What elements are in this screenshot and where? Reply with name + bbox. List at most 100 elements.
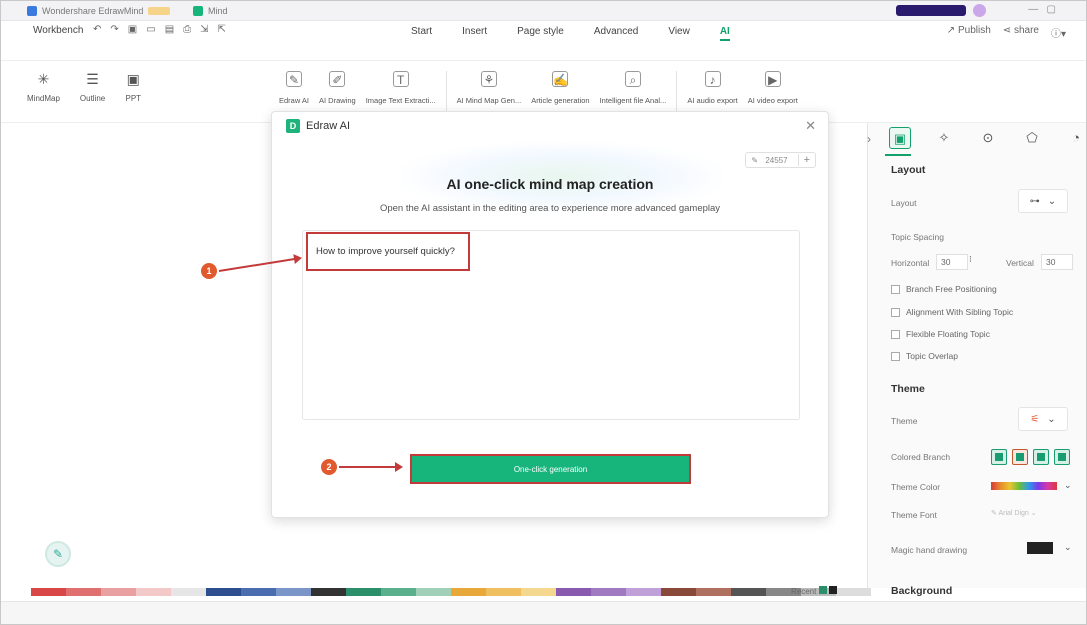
magic-hand-swatch[interactable] — [1027, 542, 1053, 554]
collapse-panel-icon[interactable]: › — [867, 132, 871, 146]
horizontal-label: Horizontal — [891, 258, 930, 268]
tab-view[interactable]: View — [668, 26, 690, 41]
redo-icon[interactable]: ↷ — [110, 24, 118, 35]
shape-tab-icon[interactable]: ⬠ — [1021, 127, 1043, 149]
recent-colors[interactable]: Recent — [791, 586, 837, 596]
checkbox-box[interactable] — [891, 329, 900, 339]
tool-label: AI audio export — [687, 96, 738, 105]
window-tab-label: Wondershare EdrawMind — [42, 6, 144, 16]
prompt-text[interactable]: How to improve yourself quickly? — [306, 232, 470, 271]
layout-icon: ⊶ — [1029, 195, 1040, 207]
tool-label: Intelligent file Anal... — [599, 96, 667, 105]
ai-toolbar: ✎ Edraw AI ✐ AI Drawing T Image Text Extrac… — [279, 71, 798, 111]
close-icon[interactable]: ✕ — [805, 118, 816, 134]
new-icon[interactable]: ▣ — [128, 24, 137, 35]
mindmap-view-button[interactable]: ✳ MindMap — [27, 71, 60, 103]
one-click-generation-button[interactable]: One-click generation — [410, 454, 691, 484]
horizontal-stepper[interactable]: ⁝ — [969, 254, 972, 265]
checkbox-box[interactable] — [891, 284, 900, 294]
article-generation-button[interactable]: ✍ Article generation — [531, 71, 590, 111]
publish-label: Publish — [957, 25, 991, 36]
edraw-ai-dialog: D Edraw AI ✕ ✎ 24557 + AI one-click mind… — [271, 111, 829, 518]
tab-page-style[interactable]: Page style — [517, 26, 564, 41]
divider — [445, 71, 447, 111]
file-analysis-button[interactable]: ⌕ Intelligent file Anal... — [599, 71, 667, 111]
tab-insert[interactable]: Insert — [462, 26, 487, 41]
color-palette[interactable] — [31, 588, 871, 596]
audio-export-icon: ♪ — [704, 71, 721, 87]
branch-option-1[interactable] — [991, 449, 1007, 465]
ai-drawing-button[interactable]: ✐ AI Drawing — [319, 71, 356, 111]
save-icon[interactable]: ▤ — [165, 24, 174, 35]
tool-label: AI Mind Map Gen... — [456, 96, 522, 105]
publish-button[interactable]: ↗ Publish — [947, 25, 991, 40]
branch-option-3[interactable] — [1033, 449, 1049, 465]
window-tab-app[interactable]: Wondershare EdrawMind — [27, 4, 171, 18]
chevron-down-icon[interactable]: ⌄ — [1064, 480, 1072, 491]
open-icon[interactable]: ▭ — [146, 24, 155, 35]
edraw-logo-icon: D — [286, 119, 300, 133]
window-tab-doc[interactable]: Mind — [193, 4, 228, 18]
branch-option-4[interactable] — [1054, 449, 1070, 465]
workbench-link[interactable]: Workbench — [33, 25, 83, 36]
vertical-label: Vertical — [1006, 258, 1034, 268]
add-credits-icon[interactable]: + — [797, 154, 815, 166]
divider — [676, 71, 678, 111]
view-switcher: ✳ MindMap ☰ Outline ▣ PPT — [27, 71, 141, 103]
magic-tab-icon[interactable]: ✧ — [933, 127, 955, 149]
checkbox-label: Flexible Floating Topic — [906, 329, 990, 339]
layout-header: Layout — [891, 164, 926, 176]
tab-ai[interactable]: AI — [719, 26, 730, 41]
menu-tabs: Start Insert Page style Advanced View AI — [411, 26, 730, 41]
tool-label: AI video export — [747, 96, 798, 105]
theme-dropdown[interactable]: ⚟ ⌄ — [1018, 407, 1068, 431]
share-file-icon[interactable]: ⇱ — [218, 24, 226, 35]
ai-assistant-fab[interactable]: ✎ — [45, 541, 71, 567]
location-tab-icon[interactable]: ⊙ — [977, 127, 999, 149]
undo-icon[interactable]: ↶ — [93, 24, 101, 35]
layout-dropdown[interactable]: ⊶ ⌄ — [1018, 189, 1068, 213]
ai-mindmap-gen-button[interactable]: ⚘ AI Mind Map Gen... — [456, 71, 522, 111]
horizontal-spacing-input[interactable]: 30 — [936, 254, 968, 270]
title-bar: Wondershare EdrawMind Mind — ▢ — [1, 1, 1086, 21]
avatar[interactable] — [973, 4, 986, 17]
recent-swatch[interactable] — [828, 586, 837, 594]
export-icon[interactable]: ⇲ — [200, 24, 208, 35]
tab-start[interactable]: Start — [411, 26, 432, 41]
style-tab-icon[interactable]: ▣ — [889, 127, 911, 149]
theme-color-label: Theme Color — [891, 482, 941, 492]
checkbox-box[interactable] — [891, 307, 900, 317]
outline-view-button[interactable]: ☰ Outline — [80, 71, 105, 103]
checkbox-flexible-floating[interactable]: Flexible Floating Topic — [891, 329, 990, 339]
ai-audio-export-button[interactable]: ♪ AI audio export — [687, 71, 738, 111]
theme-font-dropdown[interactable]: ✎ Arial Dign ⌄ — [991, 509, 1037, 517]
clock-tab-icon[interactable]: ◔ — [1065, 127, 1086, 149]
vertical-spacing-input[interactable]: 30 — [1041, 254, 1073, 270]
view-label: PPT — [125, 94, 142, 103]
share-button[interactable]: ⋖ share — [1003, 25, 1039, 40]
checkbox-topic-overlap[interactable]: Topic Overlap — [891, 351, 958, 361]
tab-advanced[interactable]: Advanced — [594, 26, 638, 41]
help-icon[interactable]: ⓘ▾ — [1051, 25, 1066, 40]
theme-color-swatch[interactable] — [991, 482, 1057, 490]
view-label: MindMap — [27, 94, 60, 103]
checkbox-alignment[interactable]: Alignment With Sibling Topic — [891, 307, 1013, 317]
active-tab-indicator — [885, 154, 911, 156]
print-icon[interactable]: ⎙ — [183, 24, 191, 35]
image-text-extract-button[interactable]: T Image Text Extracti... — [366, 71, 436, 111]
checkbox-box[interactable] — [891, 351, 900, 361]
recent-swatch[interactable] — [818, 586, 827, 594]
tool-label: Image Text Extracti... — [365, 96, 436, 105]
promo-banner[interactable] — [896, 5, 966, 16]
app-logo-icon — [27, 6, 37, 16]
image-text-icon: T — [392, 71, 409, 87]
chevron-down-icon[interactable]: ⌄ — [1064, 542, 1072, 553]
edraw-ai-button[interactable]: ✎ Edraw AI — [279, 71, 309, 111]
branch-option-2[interactable] — [1012, 449, 1028, 465]
callout-badge-2: 2 — [321, 459, 337, 475]
topic-spacing-label: Topic Spacing — [891, 232, 944, 242]
window-controls[interactable]: — ▢ — [1028, 4, 1056, 15]
ai-video-export-button[interactable]: ▶ AI video export — [748, 71, 798, 111]
ppt-view-button[interactable]: ▣ PPT — [125, 71, 141, 103]
checkbox-branch-free[interactable]: Branch Free Positioning — [891, 284, 997, 294]
